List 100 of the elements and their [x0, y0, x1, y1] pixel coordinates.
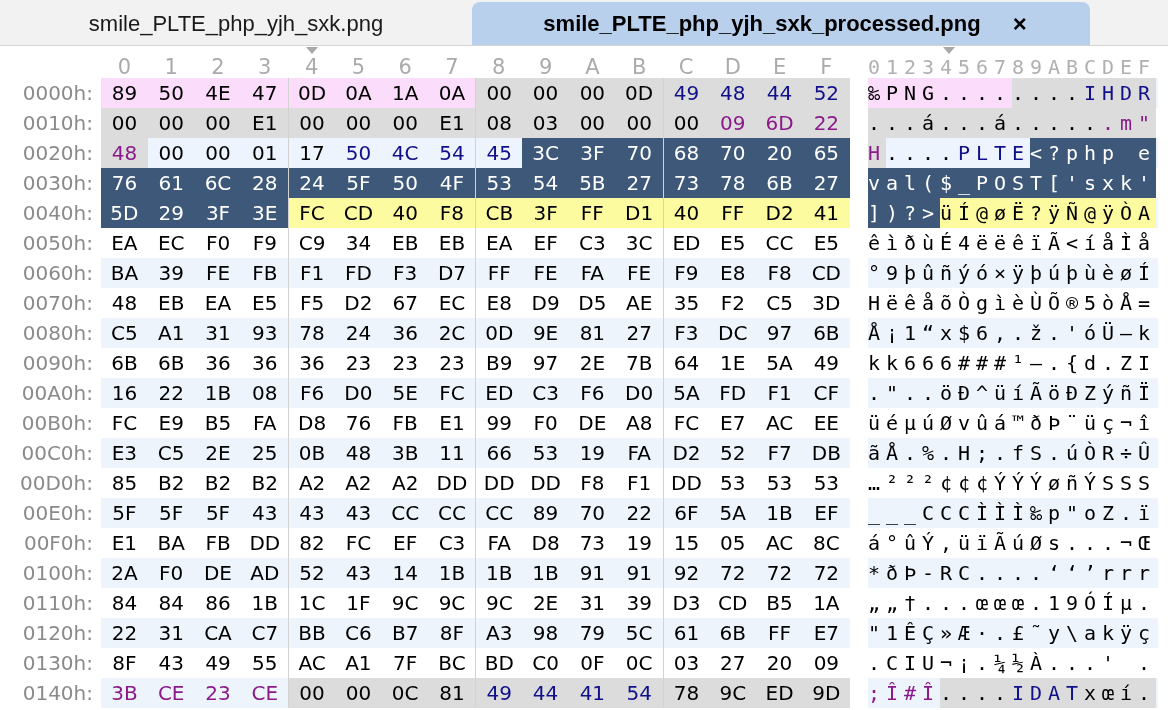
hex-byte: DE [202, 560, 233, 587]
hex-byte: B2 [203, 470, 233, 497]
hex-byte: EF [532, 230, 559, 257]
hex-byte: 23 [391, 350, 419, 377]
hex-byte: 23 [344, 350, 373, 377]
hex-byte: F9 [251, 230, 278, 257]
hex-byte: 1B [203, 380, 233, 407]
hex-byte: 2E [204, 440, 232, 467]
hex-byte: 00 [288, 678, 335, 708]
hex-byte: 67 [391, 290, 419, 317]
row-offset: 0060h: [21, 260, 94, 287]
hex-byte: CC [764, 230, 795, 257]
hex-byte: 4F [428, 168, 476, 198]
hex-byte: 85 [110, 470, 139, 497]
hex-byte: 9C [437, 590, 467, 617]
hex-byte: AE [625, 290, 654, 317]
hex-byte: E1 [110, 530, 139, 557]
hex-byte: 54 [522, 168, 569, 198]
hex-byte: FC [288, 198, 335, 228]
hex-byte: 6B [756, 168, 803, 198]
hex-byte: 55 [251, 650, 279, 677]
hex-byte: 40 [662, 198, 710, 228]
row-offset: 0050h: [21, 230, 94, 257]
hex-byte: 73 [662, 168, 710, 198]
hex-byte: FF [709, 198, 757, 228]
row-offset: 00E0h: [21, 500, 94, 527]
hex-byte: 27 [719, 650, 747, 677]
hex-byte: 72 [812, 560, 841, 587]
hex-byte: AC [764, 530, 795, 557]
hex-byte: B5 [203, 410, 233, 437]
hex-byte: 49 [662, 78, 710, 108]
hex-byte: 23 [438, 350, 466, 377]
hex-byte: 78 [709, 168, 757, 198]
hex-byte: EA [110, 230, 139, 257]
hex-byte: 44 [522, 678, 569, 708]
column-header: B [631, 56, 647, 78]
hex-byte: F6 [579, 380, 606, 407]
hex-byte: 6B [718, 620, 747, 647]
hex-byte: 98 [531, 620, 560, 647]
ascii-text: H....PLTE<?php e [868, 138, 1158, 168]
hex-byte: 20 [756, 138, 803, 168]
hex-byte: 3F [194, 198, 242, 228]
hex-byte: 14 [391, 560, 419, 587]
hex-byte: 9E [531, 320, 560, 347]
column-header: D [724, 56, 741, 78]
hex-byte: A1 [344, 650, 373, 677]
hex-byte: EB [157, 290, 186, 317]
hex-byte: A1 [157, 320, 186, 347]
hex-byte: CA [203, 620, 233, 647]
hex-byte: 20 [765, 650, 794, 677]
hex-byte: A2 [344, 470, 373, 497]
hex-byte: 3C [522, 138, 569, 168]
hex-byte: 5F [335, 168, 382, 198]
hex-byte: 5A [718, 500, 747, 527]
row-offset: 0130h: [21, 650, 94, 677]
hex-byte: 41 [802, 198, 850, 228]
hex-byte: 00 [568, 78, 616, 108]
hex-byte: 3F [522, 198, 569, 228]
hex-byte: FF [568, 198, 616, 228]
column-header: 8 [492, 56, 506, 78]
row-offset: 0120h: [21, 620, 94, 647]
hex-byte: 5F [204, 500, 232, 527]
tab[interactable]: smile_PLTE_php_yjh_sxk.png [0, 2, 472, 45]
tab[interactable]: smile_PLTE_php_yjh_sxk_processed.png × [472, 2, 1090, 45]
hex-byte: C5 [110, 320, 139, 347]
hex-byte: A8 [624, 410, 654, 437]
hex-byte: 31 [204, 320, 232, 347]
hex-byte: EB [437, 230, 467, 257]
hex-byte: 72 [765, 560, 794, 587]
hex-byte: E5 [251, 290, 279, 317]
hex-byte: 00 [147, 108, 195, 138]
row-offset: 0070h: [21, 290, 94, 317]
close-button[interactable]: × [1012, 11, 1027, 36]
hex-byte: 36 [391, 320, 419, 347]
hex-byte: 49 [475, 678, 523, 708]
hex-byte: F2 [719, 290, 746, 317]
row-offset: 0040h: [21, 200, 94, 227]
row-offset: 0020h: [21, 140, 94, 167]
hex-byte: 00 [662, 108, 710, 138]
ascii-text: ___CCCÌÌÌ‰p"oZ.ï [868, 498, 1158, 528]
hex-byte: F0 [532, 410, 559, 437]
hex-byte: FB [391, 410, 419, 437]
hex-byte: 25 [251, 440, 279, 467]
hex-byte: 03 [522, 108, 569, 138]
hex-byte: 48 [110, 290, 139, 317]
hex-byte: D7 [436, 260, 468, 287]
hex-byte: F8 [766, 260, 793, 287]
hex-byte: 24 [288, 168, 335, 198]
hex-byte: 84 [110, 590, 139, 617]
hex-byte: CF [812, 380, 841, 407]
hex-byte: 43 [344, 500, 373, 527]
hex-byte: CD [335, 198, 382, 228]
hex-byte: 3B [390, 440, 420, 467]
hex-byte: 5A [765, 350, 794, 377]
hex-byte: CC [437, 500, 467, 527]
hex-byte: 22 [110, 620, 139, 647]
hex-byte: D0 [343, 380, 374, 407]
hex-byte: 3F [568, 138, 616, 168]
row-offset: 0080h: [21, 320, 94, 347]
hex-byte: 00 [568, 108, 616, 138]
